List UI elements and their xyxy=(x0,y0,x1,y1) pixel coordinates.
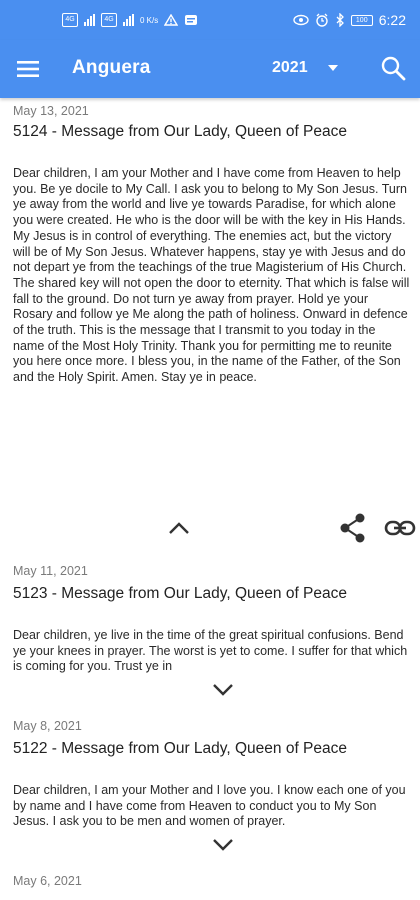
chevron-up-icon[interactable] xyxy=(167,518,191,538)
app-bar: Anguera 2021 xyxy=(0,40,420,98)
message-title[interactable]: 5123 - Message from Our Lady, Queen of P… xyxy=(13,584,410,628)
sim1-icon: 4G xyxy=(62,13,78,27)
message-date: May 8, 2021 xyxy=(13,719,82,733)
warning-icon xyxy=(164,14,179,26)
message-excerpt: Dear children, ye live in the time of th… xyxy=(13,628,408,674)
message-card[interactable]: May 8, 2021 5122 - Message from Our Lady… xyxy=(0,715,420,870)
message-feed[interactable]: May 13, 2021 5124 - Message from Our Lad… xyxy=(0,98,420,900)
status-right: 100 6:22 xyxy=(293,12,406,28)
app-title: Anguera xyxy=(72,57,151,78)
link-icon[interactable] xyxy=(384,518,416,538)
message-card[interactable]: May 13, 2021 5124 - Message from Our Lad… xyxy=(0,98,420,560)
message-date: May 6, 2021 xyxy=(13,874,82,888)
message-title[interactable]: 5124 - Message from Our Lady, Queen of P… xyxy=(13,122,410,166)
chevron-down-icon[interactable] xyxy=(211,836,235,854)
message-actions xyxy=(13,496,416,560)
status-time: 6:22 xyxy=(378,12,406,28)
triangle-down-icon xyxy=(327,65,338,71)
net-speed-indicator: 0 K/s xyxy=(140,15,159,25)
share-icon[interactable] xyxy=(338,512,368,544)
notification-app-icon xyxy=(185,15,198,25)
year-dropdown[interactable]: 2021 xyxy=(272,59,338,77)
message-date: May 11, 2021 xyxy=(13,564,88,578)
sim2-icon: 4G xyxy=(101,13,117,27)
status-bar: 4G 4G 0 K/s 100 6:22 xyxy=(0,0,420,40)
battery-icon: 100 xyxy=(350,14,373,26)
message-body: Dear children, I am your Mother and I ha… xyxy=(13,166,410,385)
message-actions xyxy=(13,675,410,715)
message-title[interactable]: 5122 - Message from Our Lady, Queen of P… xyxy=(13,739,410,783)
year-selected-value: 2021 xyxy=(272,59,308,76)
signal-strength-icon xyxy=(84,14,95,26)
chevron-down-icon[interactable] xyxy=(211,681,235,699)
status-left: 4G 4G 0 K/s xyxy=(62,13,198,27)
message-card[interactable]: May 6, 2021 xyxy=(0,870,420,894)
message-excerpt: Dear children, I am your Mother and I lo… xyxy=(13,783,406,829)
message-date: May 13, 2021 xyxy=(13,104,89,118)
message-card[interactable]: May 11, 2021 5123 - Message from Our Lad… xyxy=(0,560,420,715)
search-icon[interactable] xyxy=(380,55,406,81)
message-actions xyxy=(13,830,410,870)
hamburger-menu-icon[interactable] xyxy=(17,59,39,79)
eye-comfort-icon xyxy=(293,14,309,26)
signal-strength-2-icon xyxy=(123,14,134,26)
alarm-icon xyxy=(316,13,328,27)
bluetooth-icon xyxy=(336,13,344,27)
